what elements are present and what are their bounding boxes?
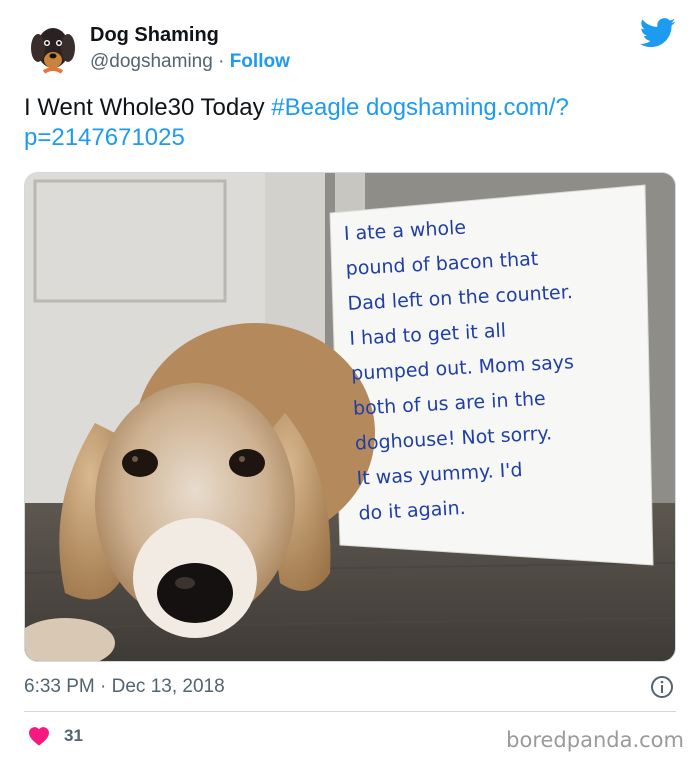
watermark: boredpanda.com [506,728,684,752]
hashtag-link[interactable]: #Beagle [271,94,359,121]
handle-row: @dogshaming · Follow [90,51,290,73]
tweet-photo[interactable]: I ate a whole pound of bacon that Dad le… [24,172,676,662]
follow-button[interactable]: Follow [230,51,290,72]
heart-icon[interactable] [28,726,50,746]
handle[interactable]: @dogshaming [90,51,213,72]
tweet-timestamp[interactable]: 6:33 PM · Dec 13, 2018 [24,676,225,698]
dachshund-avatar[interactable] [24,18,82,76]
info-icon[interactable] [650,675,674,699]
url-link-part2[interactable]: p=2147671025 [24,124,185,151]
twitter-bird-icon[interactable] [640,18,676,48]
divider [24,711,676,712]
sign-text: I ate a whole pound of bacon that Dad le… [343,201,659,531]
tweet-text: I Went Whole30 Today #Beagle dogshaming.… [24,93,684,153]
tweet-header: Dog Shaming @dogshaming · Follow [24,18,684,80]
display-name[interactable]: Dog Shaming [90,24,219,47]
url-link-part1[interactable]: dogshaming.com/? [359,94,569,121]
tweet-plain-text: I Went Whole30 Today [24,94,272,121]
separator: · [212,51,230,72]
like-count[interactable]: 31 [64,726,83,746]
